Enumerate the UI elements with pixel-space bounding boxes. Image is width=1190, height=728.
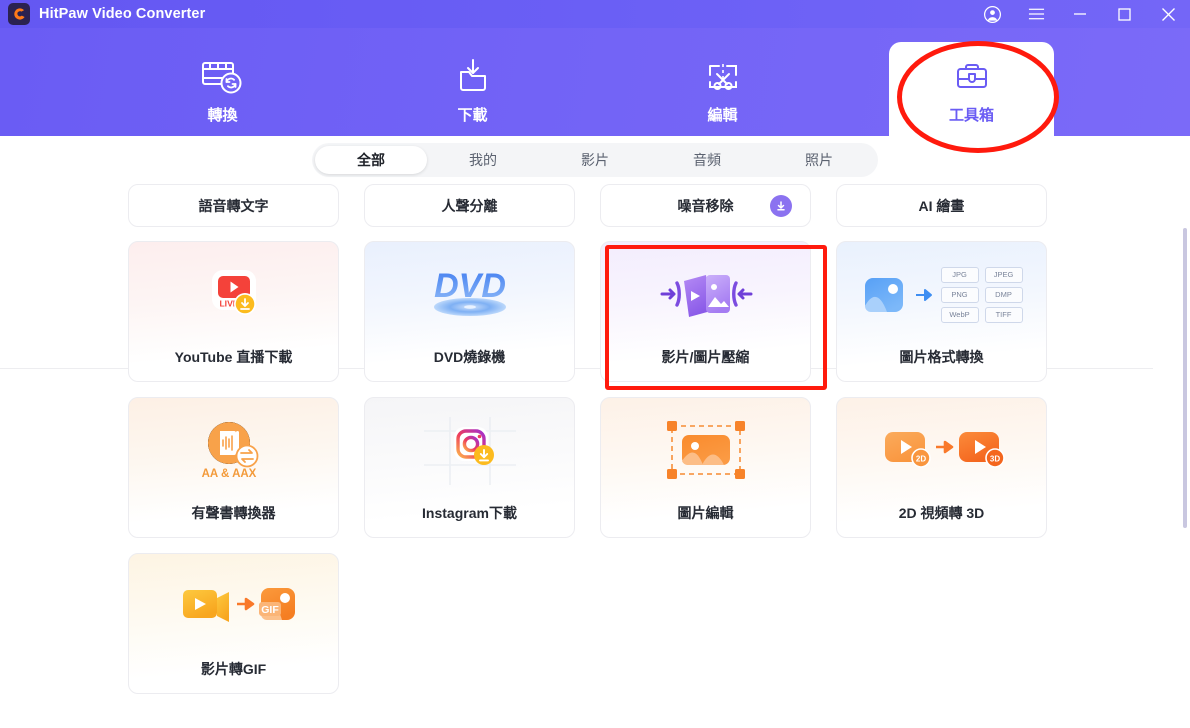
instagram-download-icon (365, 398, 574, 503)
tool-title: AI 繪畫 (918, 197, 965, 214)
tool-card-image-editor[interactable]: 圖片編輯 (600, 397, 811, 538)
arrow-right-icon (915, 288, 932, 301)
tool-card-image-format-convert[interactable]: JPG JPEG PNG DMP WebP TIFF 圖片格式轉換 (836, 241, 1047, 382)
tool-title: 有聲書轉換器 (191, 505, 276, 521)
category-filter-bar: 全部 我的 影片 音頻 照片 (0, 136, 1190, 184)
tool-card-vocal-separation[interactable]: 人聲分離 (364, 184, 575, 227)
app-window: HitPaw Video Converter 轉換 下載 編輯 工具箱 全部 我… (0, 0, 1190, 728)
nav-tab-label: 編輯 (707, 106, 738, 124)
format-chip: JPEG (984, 266, 1023, 283)
filter-tab-photo[interactable]: 照片 (763, 146, 875, 174)
tool-card-2d-to-3d[interactable]: 2D 3D 2D 視頻轉 3D (836, 397, 1047, 538)
gif-label: GIF (261, 604, 279, 616)
format-chip: PNG (940, 286, 979, 303)
media-compress-icon (601, 242, 810, 347)
tools-row-2: LIVE YouTube 直播下載 DVD DVD燒錄機 影片/圖片壓縮 JPG… (0, 241, 1160, 382)
nav-tab-convert[interactable]: 轉換 (140, 42, 305, 136)
filter-tab-video[interactable]: 影片 (539, 146, 651, 174)
close-icon[interactable] (1146, 0, 1190, 28)
download-badge-icon[interactable] (770, 194, 792, 217)
minimize-icon[interactable] (1058, 0, 1102, 28)
tool-title: 圖片編輯 (677, 505, 734, 521)
audiobook-convert-icon: AA & AAX (129, 398, 338, 503)
format-chip: JPG (940, 266, 979, 283)
tool-card-speech-to-text[interactable]: 語音轉文字 (128, 184, 339, 227)
youtube-live-download-icon: LIVE (129, 242, 338, 347)
video-2d-to-3d-icon: 2D 3D (837, 398, 1046, 503)
tool-card-noise-removal[interactable]: 噪音移除 (600, 184, 811, 227)
badge-2d: 2D (915, 454, 925, 463)
folder-download-icon (452, 54, 494, 100)
window-controls (970, 0, 1190, 28)
tool-card-media-compressor[interactable]: 影片/圖片壓縮 (600, 241, 811, 382)
tools-grid: 語音轉文字 人聲分離 噪音移除 AI 繪畫 LIVE YouTube 直播下載 … (0, 184, 1160, 694)
tool-title: DVD燒錄機 (433, 349, 506, 365)
tool-title: 2D 視頻轉 3D (898, 505, 985, 521)
tools-row-3: AA & AAX 有聲書轉換器 Instagram下載 圖片編輯 2D 3D 2… (0, 397, 1160, 538)
nav-tab-label: 轉換 (207, 106, 238, 124)
tool-title: Instagram下載 (422, 505, 517, 521)
tool-card-ai-drawing[interactable]: AI 繪畫 (836, 184, 1047, 227)
menu-icon[interactable] (1014, 0, 1058, 28)
tool-title: 影片/圖片壓縮 (661, 349, 750, 365)
dvd-burner-icon: DVD (365, 242, 574, 347)
tool-title: 人聲分離 (441, 197, 498, 214)
filter-tab-mine[interactable]: 我的 (427, 146, 539, 174)
tool-card-dvd-burner[interactable]: DVD DVD燒錄機 (364, 241, 575, 382)
format-chip: DMP (984, 286, 1023, 303)
filter-tab-all[interactable]: 全部 (315, 146, 427, 174)
vertical-scrollbar[interactable] (1183, 228, 1187, 528)
tools-scroll-area[interactable]: 語音轉文字 人聲分離 噪音移除 AI 繪畫 LIVE YouTube 直播下載 … (0, 184, 1190, 728)
badge-3d: 3D (989, 454, 999, 463)
tool-title: 語音轉文字 (198, 197, 269, 214)
nav-tab-edit[interactable]: 編輯 (640, 42, 805, 136)
format-chip: WebP (940, 306, 979, 323)
tool-card-youtube-live-download[interactable]: LIVE YouTube 直播下載 (128, 241, 339, 382)
title-bar: HitPaw Video Converter (0, 0, 1190, 28)
nav-tab-label: 工具箱 (948, 106, 994, 124)
hitpaw-logo-icon (8, 3, 30, 25)
filter-tab-audio[interactable]: 音頻 (651, 146, 763, 174)
video-to-gif-icon: GIF (129, 554, 338, 659)
format-chip: TIFF (984, 306, 1023, 323)
account-icon[interactable] (970, 0, 1014, 28)
nav-tab-label: 下載 (457, 106, 488, 124)
main-nav-bar: 轉換 下載 編輯 工具箱 (0, 28, 1190, 136)
image-edit-icon (601, 398, 810, 503)
tool-title: YouTube 直播下載 (174, 349, 293, 365)
screen-scissors-icon (702, 54, 744, 100)
image-format-convert-icon: JPG JPEG PNG DMP WebP TIFF (837, 242, 1046, 347)
film-convert-icon (201, 54, 245, 100)
tool-card-audiobook-converter[interactable]: AA & AAX 有聲書轉換器 (128, 397, 339, 538)
tool-card-video-to-gif[interactable]: GIF 影片轉GIF (128, 553, 339, 694)
nav-tab-toolbox[interactable]: 工具箱 (889, 42, 1054, 136)
format-chip-grid: JPG JPEG PNG DMP WebP TIFF (940, 266, 1023, 323)
tool-title: 噪音移除 (677, 197, 734, 214)
audiobook-format-caption: AA & AAX (201, 468, 256, 480)
tool-title: 圖片格式轉換 (899, 349, 984, 365)
app-title: HitPaw Video Converter (39, 6, 206, 22)
nav-tab-download[interactable]: 下載 (390, 42, 555, 136)
tools-row-partial: 語音轉文字 人聲分離 噪音移除 AI 繪畫 (0, 184, 1160, 227)
maximize-icon[interactable] (1102, 0, 1146, 28)
toolbox-icon (952, 54, 992, 100)
tool-card-instagram-download[interactable]: Instagram下載 (364, 397, 575, 538)
tool-title: 影片轉GIF (200, 661, 267, 677)
tools-row-4: GIF 影片轉GIF (0, 553, 1160, 694)
